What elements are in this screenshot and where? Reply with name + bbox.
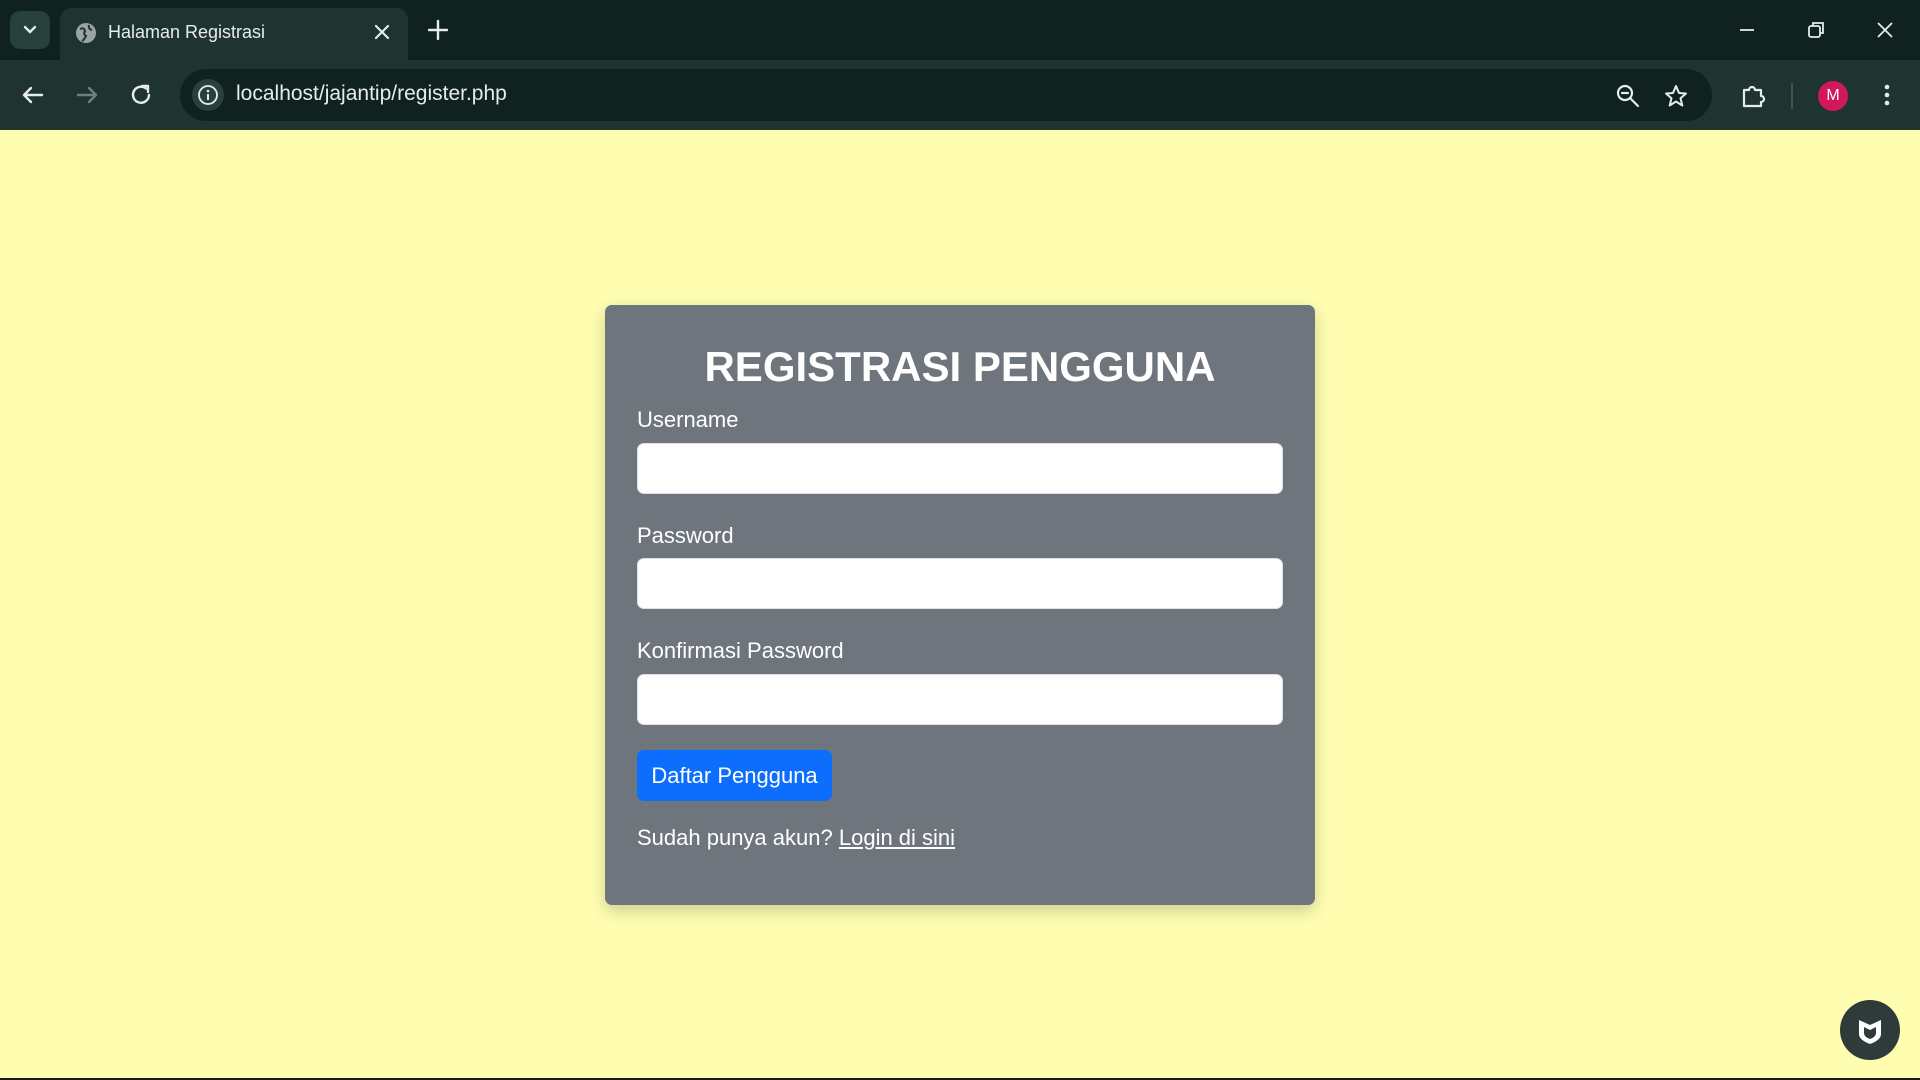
more-icon[interactable]	[1870, 78, 1904, 112]
toolbar-separator	[1791, 83, 1793, 109]
floating-extension-button[interactable]	[1840, 1000, 1900, 1060]
globe-icon	[76, 23, 96, 43]
password-label: Password	[637, 523, 734, 548]
profile-avatar[interactable]: M	[1818, 81, 1848, 111]
zoom-icon[interactable]	[1614, 82, 1642, 110]
star-icon[interactable]	[1662, 82, 1690, 110]
url-text[interactable]: localhost/jajantip/register.php	[236, 82, 507, 106]
register-button[interactable]: Daftar Pengguna	[637, 750, 832, 801]
info-icon	[198, 85, 218, 105]
tab-list-button[interactable]	[10, 11, 50, 49]
restore-icon[interactable]	[1800, 14, 1832, 46]
registration-card: REGISTRASI PENGGUNA Username Password Ko…	[605, 305, 1315, 905]
username-label: Username	[637, 407, 739, 432]
login-prompt-text: Sudah punya akun?	[637, 825, 833, 850]
plus-icon[interactable]	[424, 16, 452, 44]
username-input[interactable]	[637, 443, 1283, 494]
chevron-down-icon	[23, 25, 37, 34]
back-icon[interactable]	[16, 78, 50, 112]
active-tab[interactable]: Halaman Registrasi	[60, 8, 408, 60]
site-info-button[interactable]	[192, 79, 224, 111]
login-link[interactable]: Login di sini	[839, 825, 955, 850]
tab-strip: Halaman Registrasi	[0, 0, 1920, 60]
extensions-icon[interactable]	[1737, 78, 1771, 112]
reload-icon[interactable]	[124, 78, 158, 112]
forward-icon[interactable]	[70, 78, 104, 112]
close-icon[interactable]	[370, 20, 394, 44]
confirm-password-label: Konfirmasi Password	[637, 638, 844, 663]
browser-toolbar: localhost/jajantip/register.php M	[0, 60, 1920, 130]
password-input[interactable]	[637, 558, 1283, 609]
login-prompt: Sudah punya akun? Login di sini	[637, 825, 955, 851]
window-close-icon[interactable]	[1869, 14, 1901, 46]
confirm-password-input[interactable]	[637, 674, 1283, 725]
shield-icon	[1859, 1020, 1881, 1044]
page-title: REGISTRASI PENGGUNA	[704, 343, 1216, 390]
address-bar[interactable]: localhost/jajantip/register.php	[180, 69, 1712, 121]
tab-title: Halaman Registrasi	[108, 22, 266, 42]
page-viewport: REGISTRASI PENGGUNA Username Password Ko…	[0, 130, 1920, 1078]
minimize-icon[interactable]	[1731, 14, 1763, 46]
